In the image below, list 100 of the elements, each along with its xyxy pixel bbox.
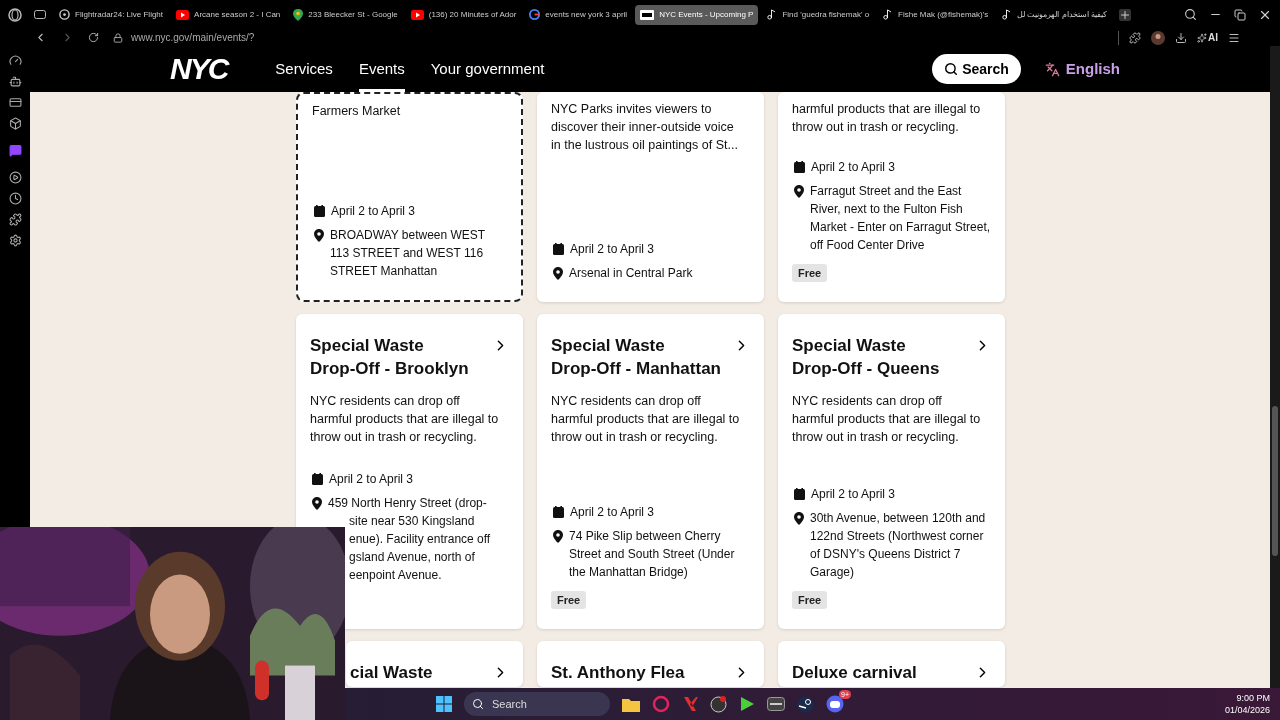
extensions-icon[interactable] — [1129, 31, 1141, 44]
play-icon[interactable] — [739, 696, 755, 712]
location-pin-icon — [314, 229, 324, 242]
gauge-icon[interactable] — [8, 54, 22, 67]
browser-logo-icon[interactable] — [8, 7, 22, 22]
tab-title: Fishe Mak (@fishemak)'s — [898, 8, 989, 21]
play-icon — [176, 9, 190, 20]
tab-title: كيفية استخدام الهرمونيت لل — [1017, 8, 1107, 21]
box-icon[interactable] — [8, 117, 22, 130]
clock-date: 01/04/2026 — [1224, 704, 1270, 716]
nav-link[interactable]: Your government — [430, 46, 545, 92]
event-location: Arsenal in Central Park — [569, 265, 693, 282]
tab-title: Flightradar24: Live Flight — [75, 8, 164, 21]
event-card[interactable] — [778, 314, 1005, 629]
event-card[interactable]: Deluxe carnival — [778, 641, 1005, 687]
music-note-icon — [1001, 9, 1013, 20]
avatar-icon[interactable] — [1151, 30, 1165, 45]
site-icon — [640, 9, 655, 20]
event-description: harmful products that are illegal to throw out in trash or recycling. — [792, 101, 982, 136]
search-engine-icon — [529, 9, 541, 20]
play-icon[interactable] — [8, 171, 22, 184]
calendar-icon — [553, 505, 564, 518]
event-location: 74 Pike Slip between Cherry Street and South Street (Under the Manhattan Bridge) — [569, 527, 736, 581]
record-icon[interactable] — [710, 695, 727, 713]
map-pin-icon — [293, 8, 304, 21]
event-title[interactable]: Special Waste Drop-Off - Manhattan — [551, 334, 721, 380]
keyboard-icon[interactable] — [767, 697, 785, 711]
reload-icon[interactable] — [88, 32, 99, 43]
ai-button[interactable]: AI — [1208, 30, 1218, 45]
chat-icon[interactable] — [8, 144, 22, 157]
card-icon[interactable] — [8, 96, 22, 109]
price-tag: Free — [551, 590, 587, 609]
event-card[interactable]: cial Waste — [346, 641, 523, 687]
event-card[interactable] — [537, 314, 764, 629]
event-card[interactable]: Farmers Market April 2 to April 3 BROADWAY between WEST 113 STREET and WEST 116 STREET Manhattan — [296, 92, 523, 302]
event-title[interactable]: Special Waste Drop-Off - Brooklyn — [310, 334, 469, 380]
event-location: enue). Facility entrance off — [349, 531, 491, 548]
taskbar-search-field[interactable]: Search — [464, 692, 610, 716]
language-selector[interactable]: English — [1065, 57, 1120, 81]
browser-tab[interactable]: 233 Bleecker St - Google — [288, 4, 403, 25]
event-description: NYC residents can drop off harmful products that are illegal to throw out in trash or recycling. — [792, 393, 982, 446]
tab-title: Find 'guedra fishemak' o — [782, 8, 870, 21]
event-description: NYC residents can drop off harmful products that are illegal to throw out in trash or recycling. — [551, 393, 741, 446]
event-card[interactable] — [778, 92, 1005, 302]
event-title[interactable]: St. Anthony Flea — [551, 661, 685, 684]
browser-tab[interactable]: NYC Events - Upcoming P — [635, 4, 759, 25]
browser-icon[interactable] — [652, 695, 670, 713]
translate-icon[interactable] — [1044, 61, 1060, 77]
event-title[interactable]: Special Waste Drop-Off - Queens — [792, 334, 940, 380]
folder-icon[interactable] — [622, 696, 640, 712]
event-card[interactable] — [296, 314, 523, 629]
event-title[interactable]: cial Waste — [350, 661, 433, 684]
menu-icon[interactable] — [1228, 31, 1240, 44]
download-icon[interactable] — [1175, 31, 1187, 44]
music-note-icon — [766, 9, 778, 20]
clock-icon[interactable] — [8, 192, 22, 205]
event-title[interactable]: Deluxe carnival — [792, 661, 917, 684]
lock-icon — [113, 32, 123, 43]
search-button[interactable]: Search — [932, 54, 1021, 84]
event-date: April 2 to April 3 — [811, 158, 896, 176]
event-location: 30th Avenue, between 120th and 122nd Streets (Northwest corner of DSNY's Queens District 7 Garage) — [810, 509, 987, 581]
event-location: Farragut Street and the East River, next to the Fulton Fish Market - Enter on Farragut Street, off Food Center Drive — [810, 182, 991, 254]
tab-title: Arcane season 2 - I Can — [194, 8, 281, 21]
play-icon — [410, 9, 424, 20]
search-icon — [472, 698, 484, 710]
browser-tab[interactable]: (136) 20 Minutes of Ador — [405, 4, 522, 25]
event-date: April 2 to April 3 — [570, 241, 655, 258]
puzzle-icon[interactable] — [8, 213, 22, 226]
event-card[interactable]: NYC Parks invites viewers to discover their inner-outside voice in the lustrous oil paintings of St... April 2 to April 3 Arsenal in Central Park — [537, 92, 764, 302]
search-icon[interactable] — [1184, 8, 1197, 21]
browser-tab[interactable]: Flightradar24: Live Flight — [54, 4, 169, 25]
sparkle-icon[interactable] — [1197, 32, 1207, 43]
windows-logo-icon[interactable] — [436, 696, 452, 712]
location-pin-icon — [794, 184, 804, 198]
event-location: 459 North Henry Street (drop- — [328, 495, 488, 512]
tab-title: NYC Events - Upcoming P — [659, 8, 754, 21]
event-date: April 2 to April 3 — [329, 471, 414, 488]
browser-tab[interactable]: Find 'guedra fishemak' o — [761, 4, 875, 25]
site-logo[interactable]: NYC — [170, 54, 228, 84]
browser-tab[interactable]: Arcane season 2 - I Can — [171, 4, 286, 25]
search-icon — [944, 62, 959, 76]
event-description: Farmers Market — [312, 103, 402, 120]
scrollbar[interactable] — [1270, 46, 1280, 688]
browser-tab[interactable]: كيفية استخدام الهرمونيت لل — [996, 4, 1112, 25]
price-tag: Free — [792, 590, 828, 609]
clock-time: 9:00 PM — [1236, 692, 1270, 704]
browser-tab[interactable]: events new york 3 april — [524, 4, 633, 25]
calendar-icon — [312, 473, 323, 485]
robot-icon[interactable] — [8, 75, 22, 88]
browser-tab[interactable]: Fishe Mak (@fishemak)'s — [877, 4, 994, 25]
event-card[interactable]: St. Anthony Flea — [537, 641, 764, 687]
settings-icon[interactable] — [8, 234, 22, 247]
calendar-icon — [794, 160, 805, 173]
address-field[interactable]: www.nyc.gov/main/events/? — [131, 30, 255, 45]
event-date: April 2 to April 3 — [331, 203, 416, 220]
music-note-icon — [882, 9, 894, 20]
nav-link[interactable]: Services — [275, 46, 333, 92]
restore-icon[interactable] — [1234, 8, 1246, 21]
event-location: BROADWAY between WEST 113 STREET and WEST 116 STREET Manhattan — [330, 227, 486, 280]
new-tab-icon[interactable] — [1118, 8, 1131, 21]
